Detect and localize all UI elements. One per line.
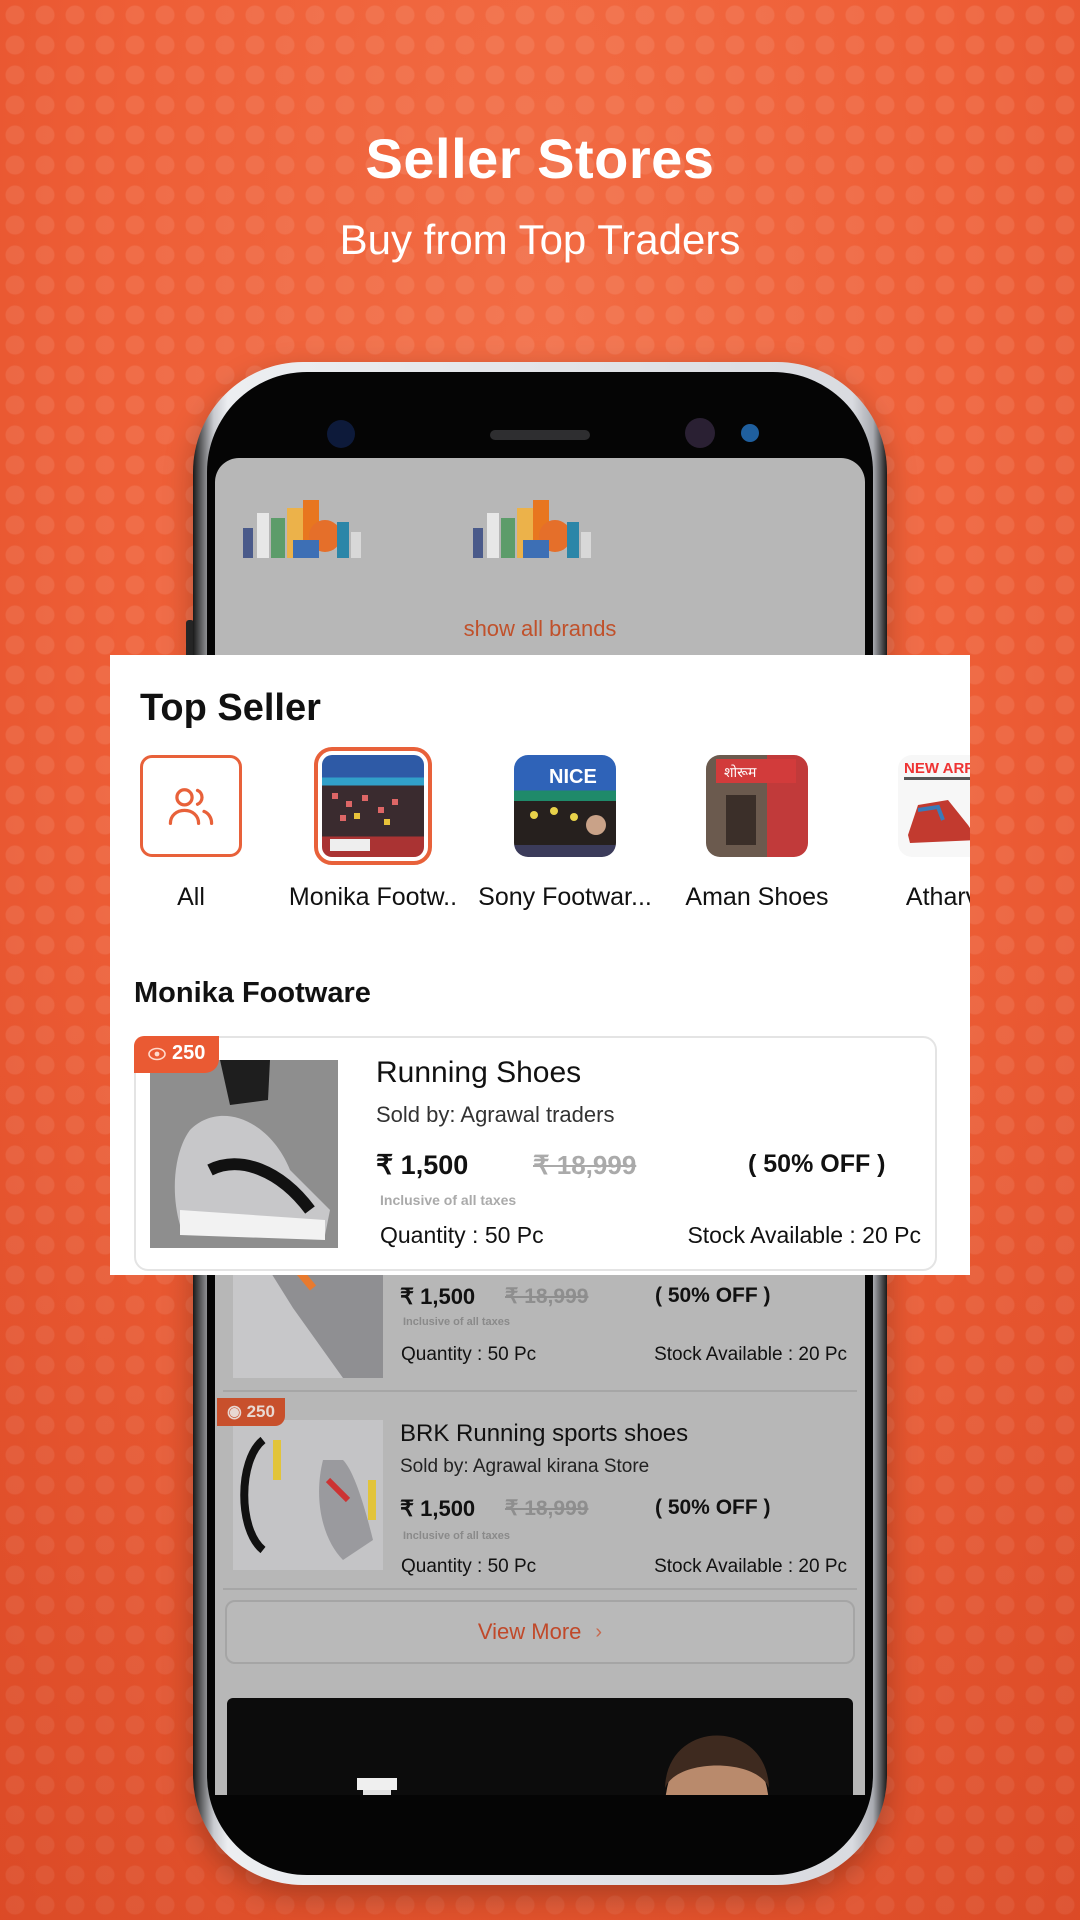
product-image [233,1420,383,1570]
mrp: ₹ 18,999 [505,1285,589,1308]
show-all-brands-link[interactable]: show all brands [215,616,865,642]
price: ₹ 1,500 [376,1150,469,1180]
price: ₹ 1,500 [400,1284,476,1309]
store-label: Aman Shoes [685,883,829,911]
product-card[interactable]: 250 Running Shoes Sold by: Agrawal trade… [134,1036,937,1271]
views-badge: 250 [134,1036,220,1073]
sold-by: Sold by: Agrawal traders [376,1102,615,1127]
store-item-sony-footwear[interactable]: NICE Sony Footwar... [475,755,655,912]
quantity: Quantity : 50 Pc [401,1344,537,1365]
users-icon [168,788,214,825]
tax-note: Inclusive of all taxes [380,1192,517,1208]
svg-text:NEW ARR: NEW ARR [904,760,970,777]
stock: Stock Available : 20 Pc [687,1222,921,1248]
divider [223,1390,857,1392]
store-carousel[interactable]: All Monika Footw.. NICE Sony Footwar... … [140,747,970,911]
svg-text:NICE: NICE [549,766,597,788]
brand-logo[interactable] [463,488,613,568]
promo-banner[interactable] [227,1698,853,1795]
store-item-all[interactable]: All [110,755,281,912]
divider [223,1588,857,1590]
eye-icon [148,1047,166,1060]
views-badge: ◉ 250 [217,1398,285,1426]
store-item-atharv[interactable]: NEW ARR Atharv I [859,755,970,912]
chevron-right-icon: › [595,1620,603,1643]
store-thumb [314,747,432,865]
tax-note: Inclusive of all taxes [403,1316,510,1328]
view-more-label: View More [477,1619,582,1644]
store-label: Monika Footw.. [288,883,458,911]
list-item[interactable]: ◉ 250 BRK Running sports shoes Sold by: … [217,1398,857,1618]
stock: Stock Available : 20 Pc [654,1556,847,1577]
store-item-aman-shoes[interactable]: शोरूम Aman Shoes [667,755,847,912]
store-thumb: शोरूम [706,755,808,857]
product-image [150,1060,338,1248]
store-thumb [140,755,242,857]
top-seller-panel: Top Seller All Monika Footw.. NICE Sony … [110,655,970,1275]
mrp: ₹ 18,999 [505,1497,589,1520]
sold-by: Sold by: Agrawal kirana Store [400,1456,650,1477]
promo-banner-image [357,1735,769,1795]
store-thumb: NICE [514,755,616,857]
tax-note: Inclusive of all taxes [403,1530,510,1542]
quantity: Quantity : 50 Pc [380,1222,544,1248]
stock: Stock Available : 20 Pc [654,1344,847,1365]
store-label: Atharv I [905,883,970,911]
product-title: BRK Running sports shoes [400,1420,689,1447]
section-title-top-seller: Top Seller [140,687,321,729]
store-label: All [177,883,205,911]
store-thumb: NEW ARR [898,755,970,857]
discount: ( 50% OFF ) [655,1284,771,1307]
eye-icon: ◉ [227,1402,242,1421]
selected-store-title: Monika Footware [134,977,371,1009]
hero-subtitle: Buy from Top Traders [339,216,741,263]
view-more-button[interactable]: View More › [225,1600,855,1664]
store-label: Sony Footwar... [478,883,652,911]
camera-lens-icon [741,424,759,442]
discount: ( 50% OFF ) [748,1150,886,1178]
mrp: ₹ 18,999 [533,1150,637,1180]
sensor-icon [327,420,355,448]
quantity: Quantity : 50 Pc [401,1556,537,1577]
views-count: 250 [246,1402,275,1421]
discount: ( 50% OFF ) [655,1496,771,1519]
camera-icon [685,418,715,448]
phone-speaker [490,430,590,440]
price: ₹ 1,500 [400,1496,476,1521]
brand-logo[interactable] [233,488,383,568]
product-title: Running Shoes [376,1056,582,1089]
svg-text:शोरूम: शोरूम [724,764,757,781]
hero-title: Seller Stores [365,127,715,190]
views-count: 250 [172,1042,206,1064]
store-item-monika-footware[interactable]: Monika Footw.. [283,747,463,912]
